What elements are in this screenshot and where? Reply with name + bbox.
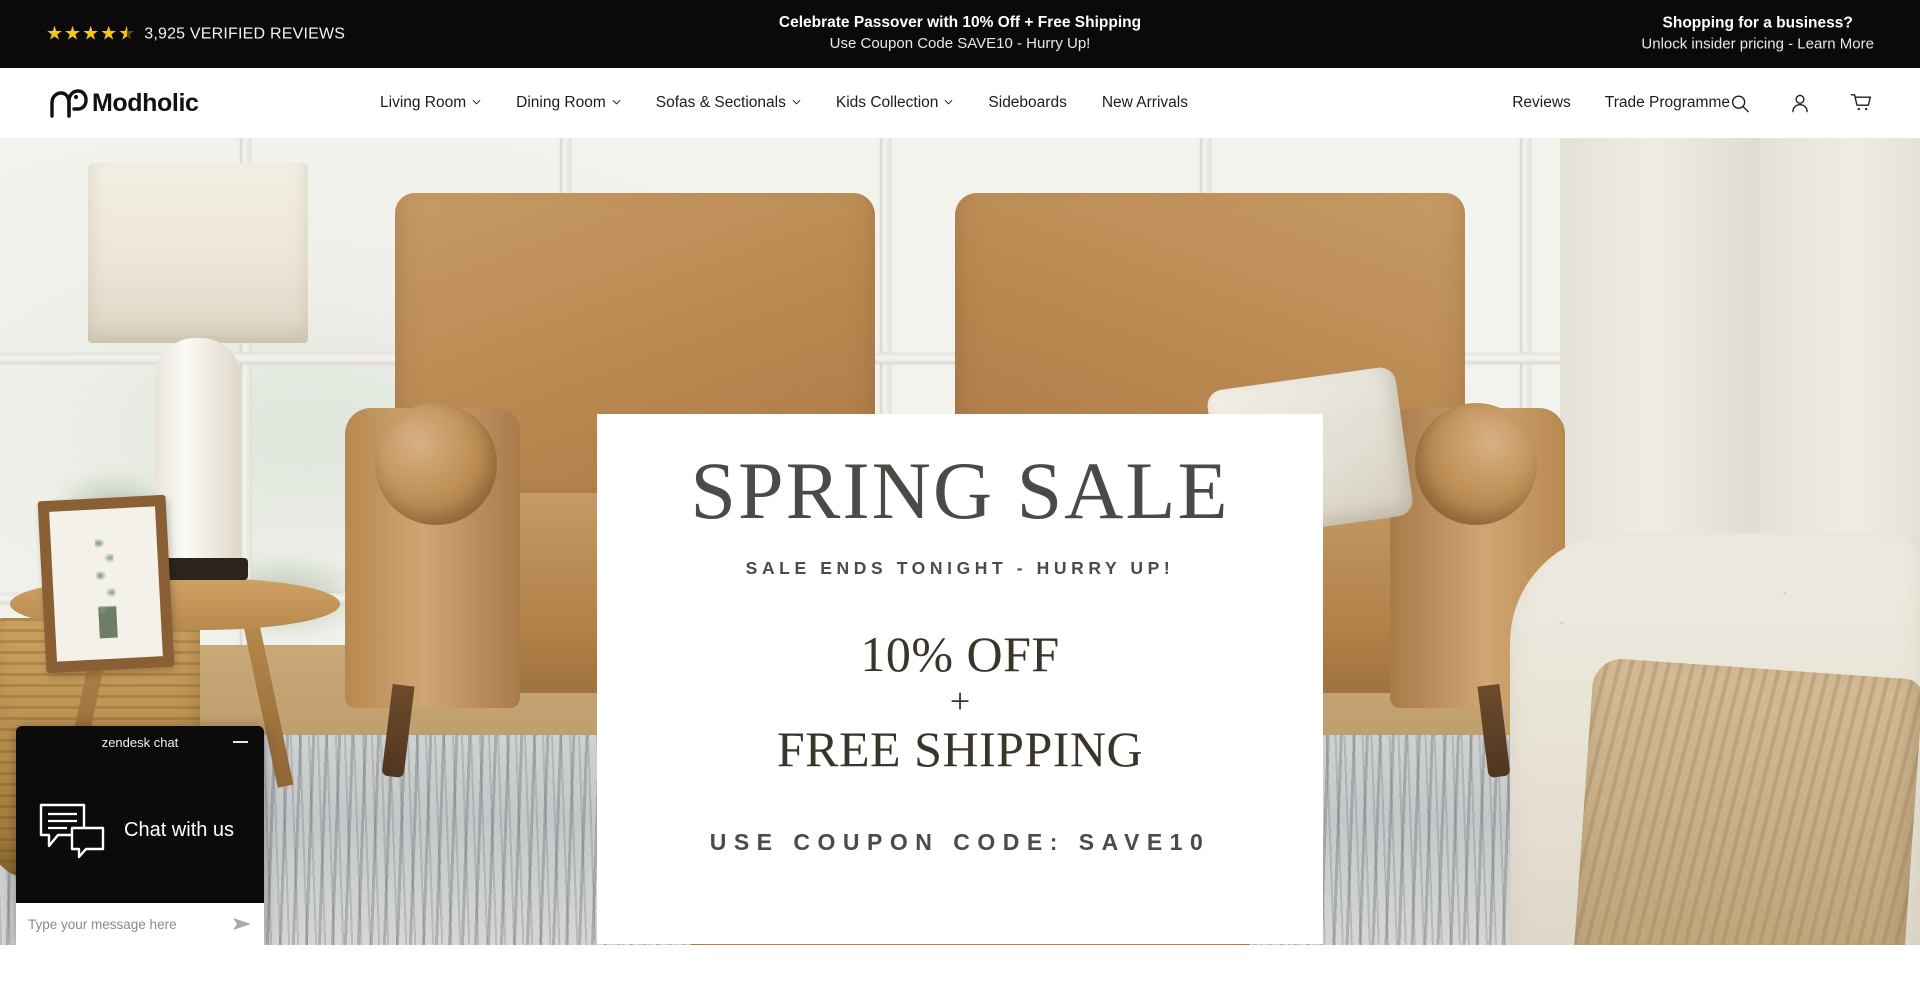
nav-item-kids-collection[interactable]: Kids Collection	[836, 94, 954, 112]
nav-item-sideboards[interactable]: Sideboards	[988, 94, 1066, 112]
nav-item-label: Sideboards	[988, 94, 1067, 111]
promo-announcement-subline: Use Coupon Code SAVE10 - Hurry Up!	[829, 35, 1091, 53]
chevron-down-icon	[472, 99, 481, 108]
brand-name: Modholic	[92, 88, 199, 117]
chat-header: zendesk chat	[16, 726, 264, 758]
chevron-down-icon	[944, 99, 953, 108]
decor-photo-frame	[37, 494, 175, 674]
site-header: Modholic Living Room Dining Room Sofas &…	[0, 68, 1920, 138]
business-announcement-headline: Shopping for a business?	[1662, 14, 1853, 32]
promo-coupon-code: USE COUPON CODE: SAVE10	[709, 829, 1211, 855]
nav-item-label: Dining Room	[516, 94, 606, 111]
nav-item-trade-programme[interactable]: Trade Programme	[1605, 94, 1730, 112]
decor-lamp-base	[155, 338, 241, 568]
secondary-navigation: Reviews Trade Programme	[1512, 94, 1730, 112]
nav-item-sofas-sectionals[interactable]: Sofas & Sectionals	[656, 94, 801, 112]
cart-icon[interactable]	[1850, 93, 1872, 114]
chat-minimize-icon[interactable]	[233, 741, 248, 743]
page-content-below-hero	[0, 945, 1920, 993]
promo-offer-shipping: FREE SHIPPING	[776, 721, 1144, 777]
nav-item-label: Reviews	[1512, 94, 1571, 111]
nav-item-label: Sofas & Sectionals	[655, 94, 786, 111]
promo-announcement-headline: Celebrate Passover with 10% Off + Free S…	[778, 14, 1142, 32]
star-icon: ★	[100, 23, 118, 45]
nav-item-reviews[interactable]: Reviews	[1512, 94, 1571, 112]
chat-input-row[interactable]	[16, 903, 264, 945]
nav-item-label: New Arrivals	[1101, 94, 1188, 111]
primary-navigation: Living Room Dining Room Sofas & Sectiona…	[380, 94, 1188, 112]
announcement-bar: ★ ★ ★ ★ ★ 3,925 VERIFIED REVIEWS Celebra…	[0, 0, 1920, 68]
business-announcement[interactable]: Shopping for a business? Unlock insider …	[1641, 13, 1874, 54]
star-half-icon: ★	[118, 25, 135, 44]
reviews-count-label: 3,925 VERIFIED REVIEWS	[144, 25, 346, 42]
chat-body[interactable]: Chat with us	[16, 758, 264, 903]
nav-item-dining-room[interactable]: Dining Room	[516, 94, 621, 112]
chat-message-input[interactable]	[28, 916, 224, 932]
modholic-logo-icon	[50, 88, 88, 118]
star-rating: ★ ★ ★ ★ ★	[46, 25, 135, 44]
chevron-down-icon	[612, 99, 621, 108]
send-icon[interactable]	[232, 916, 252, 932]
nav-item-label: Trade Programme	[1604, 94, 1730, 111]
chat-bubbles-icon	[38, 802, 106, 860]
star-icon: ★	[64, 23, 82, 45]
hero-banner: SPRING SALE SALE ENDS TONIGHT - HURRY UP…	[0, 138, 1920, 945]
header-icon-group	[1730, 93, 1872, 114]
chevron-down-icon	[792, 99, 801, 108]
business-announcement-subline: Unlock insider pricing - Learn More	[1641, 35, 1874, 53]
nav-item-new-arrivals[interactable]: New Arrivals	[1102, 94, 1188, 112]
promo-offer-plus: +	[949, 681, 971, 721]
logo-home-link[interactable]: Modholic	[50, 88, 199, 118]
decor-knit-throw	[1566, 656, 1920, 945]
promo-subtitle: SALE ENDS TONIGHT - HURRY UP!	[745, 558, 1175, 578]
star-icon: ★	[46, 23, 64, 45]
nav-item-label: Living Room	[380, 94, 467, 111]
nav-item-living-room[interactable]: Living Room	[380, 94, 481, 112]
promo-offer-discount: 10% OFF	[860, 626, 1060, 682]
reviews-badge[interactable]: ★ ★ ★ ★ ★ 3,925 VERIFIED REVIEWS	[46, 25, 345, 44]
star-icon: ★	[82, 23, 100, 45]
zendesk-chat-widget[interactable]: zendesk chat Chat with us	[16, 726, 264, 945]
account-icon[interactable]	[1790, 93, 1810, 114]
promo-title: SPRING SALE	[690, 445, 1230, 536]
chat-header-title: zendesk chat	[101, 734, 179, 750]
nav-item-label: Kids Collection	[835, 94, 939, 111]
hero-promo-card[interactable]: SPRING SALE SALE ENDS TONIGHT - HURRY UP…	[597, 414, 1323, 944]
decor-lamp-shade	[88, 163, 308, 343]
search-icon[interactable]	[1730, 93, 1750, 113]
promo-announcement[interactable]: Celebrate Passover with 10% Off + Free S…	[779, 13, 1141, 54]
chat-cta-label: Chat with us	[124, 819, 235, 841]
